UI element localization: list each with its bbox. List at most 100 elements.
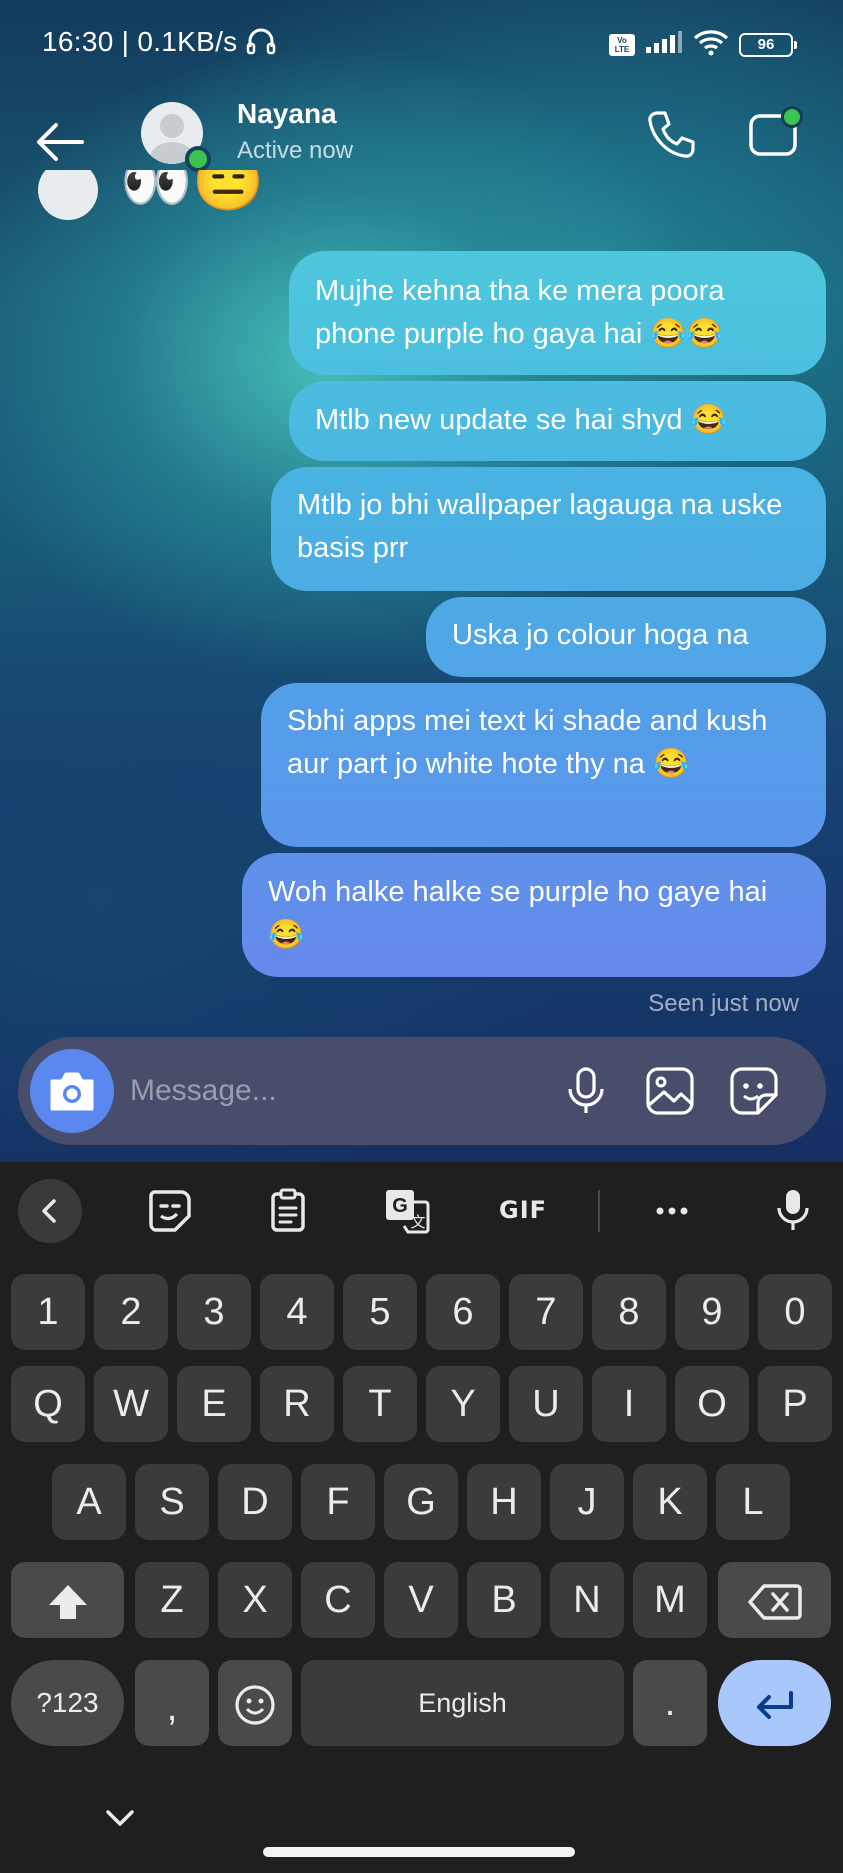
clipboard-button[interactable] xyxy=(263,1186,313,1236)
svg-text:文: 文 xyxy=(410,1213,425,1231)
key-3[interactable]: 3 xyxy=(177,1274,251,1350)
key-1[interactable]: 1 xyxy=(11,1274,85,1350)
key-y[interactable]: Y xyxy=(426,1366,500,1442)
message-text: Mtlb jo bhi wallpaper lagauga na uske ba… xyxy=(297,489,783,564)
previous-message-row: 👀😑 xyxy=(38,170,338,226)
key-r[interactable]: R xyxy=(260,1366,334,1442)
clock: 16:30 xyxy=(42,26,114,57)
home-gesture-bar[interactable] xyxy=(263,1847,575,1857)
key-s[interactable]: S xyxy=(135,1464,209,1540)
key-8[interactable]: 8 xyxy=(592,1274,666,1350)
key-l[interactable]: L xyxy=(716,1464,790,1540)
svg-text:G: G xyxy=(392,1195,408,1217)
symbols-key[interactable]: ?123 xyxy=(11,1660,124,1746)
key-6[interactable]: 6 xyxy=(426,1274,500,1350)
headphones-icon xyxy=(246,27,276,62)
key-5[interactable]: 5 xyxy=(343,1274,417,1350)
key-b[interactable]: B xyxy=(467,1562,541,1638)
key-0[interactable]: 0 xyxy=(758,1274,832,1350)
key-i[interactable]: I xyxy=(592,1366,666,1442)
contact-name[interactable]: Nayana xyxy=(237,98,337,130)
message-text: Uska jo colour hoga na xyxy=(452,619,749,651)
message-text: Mtlb new update se hai shyd 😂 xyxy=(315,404,727,436)
sender-avatar xyxy=(38,170,98,220)
gif-button[interactable]: GIF xyxy=(499,1196,547,1224)
emoji-icon xyxy=(235,1685,275,1725)
key-7[interactable]: 7 xyxy=(509,1274,583,1350)
gallery-button[interactable] xyxy=(642,1063,698,1119)
comma-key[interactable]: , xyxy=(135,1660,209,1746)
period-key[interactable]: . xyxy=(633,1660,707,1746)
hide-keyboard-button[interactable] xyxy=(100,1804,140,1834)
keyboard: G文 GIF 1 2 3 4 5 6 7 8 9 0 Q W E R T Y U… xyxy=(0,1162,843,1873)
key-g[interactable]: G xyxy=(384,1464,458,1540)
message-bubble[interactable]: Mujhe kehna tha ke mera poora phone purp… xyxy=(289,251,826,375)
status-bar: 16:30 | 0.1KB/s Vo LTE 96 xyxy=(0,0,843,90)
key-9[interactable]: 9 xyxy=(675,1274,749,1350)
message-bubble[interactable]: Uska jo colour hoga na xyxy=(426,597,826,677)
contact-status: Active now xyxy=(237,137,354,164)
voice-typing-button[interactable] xyxy=(768,1186,818,1236)
back-button[interactable] xyxy=(32,112,92,172)
voice-message-button[interactable] xyxy=(558,1063,614,1119)
key-o[interactable]: O xyxy=(675,1366,749,1442)
key-a[interactable]: A xyxy=(52,1464,126,1540)
backspace-key[interactable] xyxy=(718,1562,831,1638)
message-bubble[interactable]: Mtlb new update se hai shyd 😂 xyxy=(289,381,826,461)
more-dots-icon xyxy=(656,1207,688,1215)
voice-call-button[interactable] xyxy=(644,108,698,162)
back-arrow-icon xyxy=(37,123,84,161)
message-bubble[interactable]: Sbhi apps mei text ki shade and kush aur… xyxy=(261,683,826,847)
key-d[interactable]: D xyxy=(218,1464,292,1540)
sticker-icon xyxy=(730,1067,778,1115)
key-u[interactable]: U xyxy=(509,1366,583,1442)
contact-avatar[interactable] xyxy=(141,102,211,172)
status-icons: Vo LTE 96 xyxy=(609,28,797,61)
seen-status: Seen just now xyxy=(648,990,799,1017)
key-2[interactable]: 2 xyxy=(94,1274,168,1350)
key-t[interactable]: T xyxy=(343,1366,417,1442)
keyboard-toolbar: G文 GIF xyxy=(0,1162,843,1252)
keyboard-menu-button[interactable] xyxy=(18,1179,82,1243)
battery-level: 96 xyxy=(757,35,775,53)
message-input[interactable] xyxy=(130,1067,510,1115)
key-n[interactable]: N xyxy=(550,1562,624,1638)
volte-icon: Vo LTE xyxy=(609,33,635,56)
message-text: Sbhi apps mei text ki shade and kush aur… xyxy=(287,705,768,780)
key-p[interactable]: P xyxy=(758,1366,832,1442)
video-call-button[interactable] xyxy=(745,106,805,162)
video-notification-dot xyxy=(781,106,803,128)
toolbar-divider xyxy=(598,1190,600,1232)
key-h[interactable]: H xyxy=(467,1464,541,1540)
key-j[interactable]: J xyxy=(550,1464,624,1540)
previous-message-emoji[interactable]: 👀😑 xyxy=(120,170,264,218)
key-k[interactable]: K xyxy=(633,1464,707,1540)
key-f[interactable]: F xyxy=(301,1464,375,1540)
signal-icon xyxy=(645,30,683,59)
microphone-icon xyxy=(777,1190,809,1230)
key-e[interactable]: E xyxy=(177,1366,251,1442)
emoji-key[interactable] xyxy=(218,1660,292,1746)
space-key[interactable]: English xyxy=(301,1660,624,1746)
shift-key[interactable] xyxy=(11,1562,124,1638)
sticker-button[interactable] xyxy=(726,1063,782,1119)
key-q[interactable]: Q xyxy=(11,1366,85,1442)
image-icon xyxy=(646,1067,694,1115)
sticker-keyboard-button[interactable] xyxy=(145,1186,195,1236)
key-c[interactable]: C xyxy=(301,1562,375,1638)
chevron-down-icon xyxy=(106,1810,134,1826)
message-text: Woh halke halke se purple ho gaye hai 😂 xyxy=(268,876,768,951)
key-x[interactable]: X xyxy=(218,1562,292,1638)
message-bubble[interactable]: Woh halke halke se purple ho gaye hai 😂 xyxy=(242,853,826,977)
key-z[interactable]: Z xyxy=(135,1562,209,1638)
camera-button[interactable] xyxy=(30,1049,114,1133)
key-4[interactable]: 4 xyxy=(260,1274,334,1350)
status-time: 16:30 | 0.1KB/s xyxy=(42,26,276,62)
key-m[interactable]: M xyxy=(633,1562,707,1638)
translate-button[interactable]: G文 xyxy=(382,1186,432,1236)
key-v[interactable]: V xyxy=(384,1562,458,1638)
message-bubble[interactable]: Mtlb jo bhi wallpaper lagauga na uske ba… xyxy=(271,467,826,591)
key-w[interactable]: W xyxy=(94,1366,168,1442)
more-options-button[interactable] xyxy=(647,1186,697,1236)
enter-key[interactable] xyxy=(718,1660,831,1746)
